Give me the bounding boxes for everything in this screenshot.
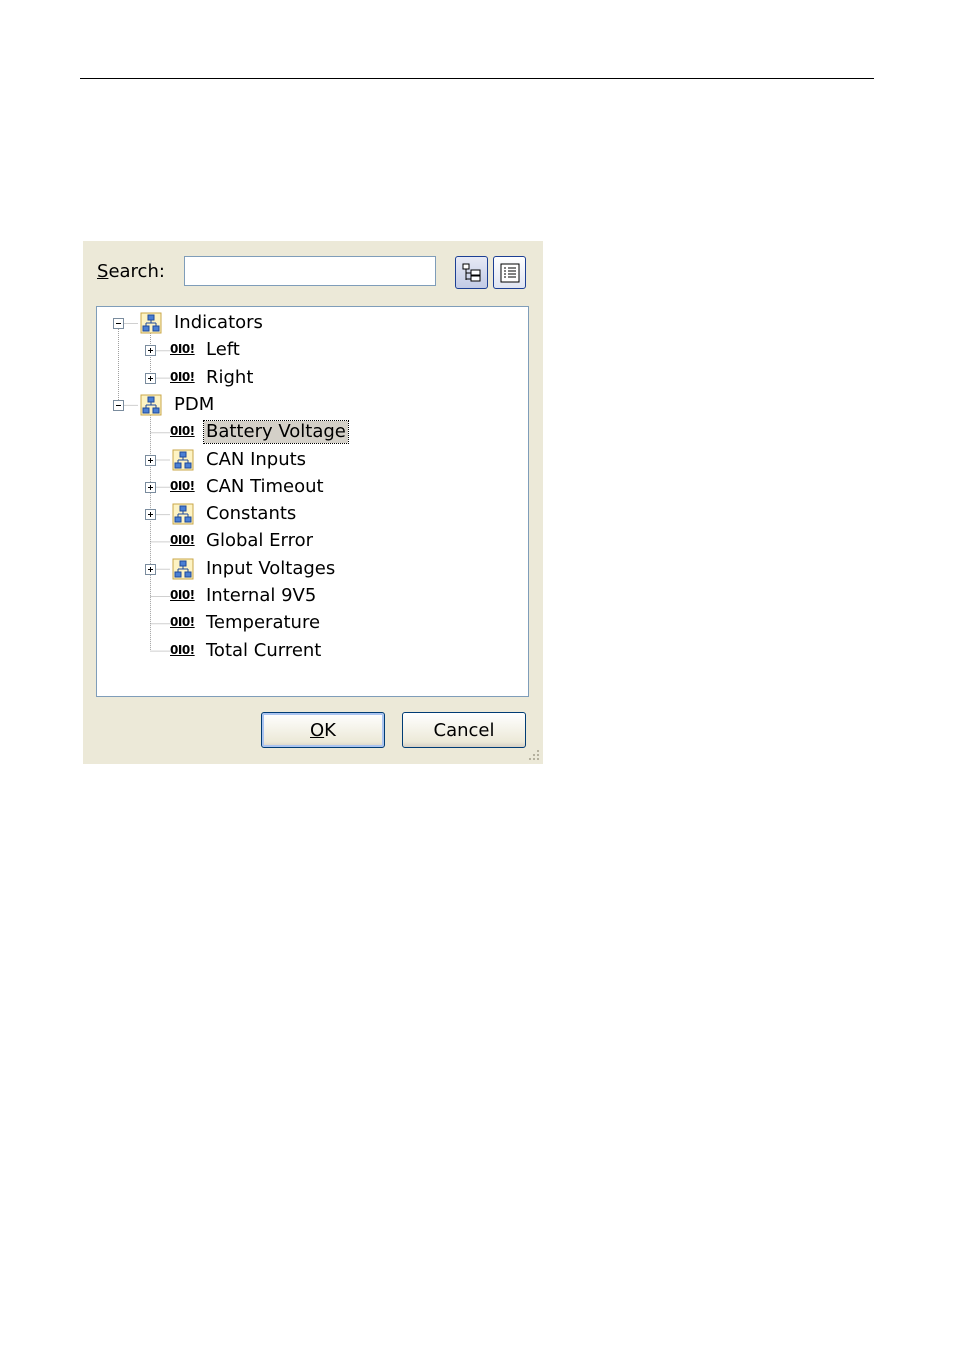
expand-icon[interactable] <box>145 454 156 466</box>
group-icon <box>140 394 162 416</box>
expand-icon[interactable] <box>145 372 156 384</box>
collapse-icon[interactable] <box>113 399 124 411</box>
cancel-button[interactable]: Cancel <box>402 712 526 748</box>
tree-node-label[interactable]: Total Current <box>204 640 323 662</box>
binary-icon: 0I0! <box>170 369 195 384</box>
list-view-icon <box>500 263 519 282</box>
tree-view-icon <box>462 263 480 281</box>
group-icon <box>140 312 162 334</box>
collapse-icon[interactable] <box>113 318 124 329</box>
tree-node-label[interactable]: Constants <box>204 503 298 525</box>
expand-icon[interactable] <box>145 481 156 493</box>
tree-node-label[interactable]: CAN Inputs <box>204 449 308 471</box>
group-icon <box>172 558 194 580</box>
tree-node-label[interactable]: Right <box>204 367 255 389</box>
binary-icon: 0I0! <box>170 342 195 357</box>
tree-node-label[interactable]: Left <box>204 339 242 361</box>
binary-icon: 0I0! <box>170 533 195 548</box>
tree-node-label[interactable]: CAN Timeout <box>204 476 326 498</box>
tree-connector-lines <box>118 323 170 652</box>
channel-tree[interactable]: Indicators 0I0! Left 0I0! Right PDM 0I0! Batter… <box>96 306 529 697</box>
binary-icon: 0I0! <box>170 478 195 493</box>
binary-icon: 0I0! <box>170 615 195 630</box>
ok-button[interactable]: OK <box>261 712 385 748</box>
list-view-button[interactable] <box>493 256 526 289</box>
search-input[interactable] <box>184 256 436 286</box>
select-channel-dialog: Search: Indicators 0I0! Left 0I0! Right PDM 0I… <box>83 241 543 764</box>
expand-icon[interactable] <box>145 563 156 575</box>
group-icon <box>172 503 194 525</box>
tree-view-button[interactable] <box>455 256 488 289</box>
binary-icon: 0I0! <box>170 424 195 439</box>
tree-node-label[interactable]: Indicators <box>172 312 265 334</box>
tree-node-label[interactable]: Internal 9V5 <box>204 585 318 607</box>
resize-grip-icon[interactable] <box>527 748 541 762</box>
tree-node-label[interactable]: PDM <box>172 394 216 416</box>
expand-icon[interactable] <box>145 345 156 357</box>
group-icon <box>172 449 194 470</box>
search-label: Search: <box>97 261 165 282</box>
tree-node-label[interactable]: Global Error <box>204 530 315 552</box>
tree-node-label[interactable]: Battery Voltage <box>203 420 349 445</box>
binary-icon: 0I0! <box>170 588 195 602</box>
tree-node-label[interactable]: Input Voltages <box>204 558 337 580</box>
tree-node-label[interactable]: Temperature <box>204 612 322 634</box>
header-rule <box>80 78 874 79</box>
binary-icon: 0I0! <box>170 642 195 657</box>
expand-icon[interactable] <box>145 509 156 521</box>
